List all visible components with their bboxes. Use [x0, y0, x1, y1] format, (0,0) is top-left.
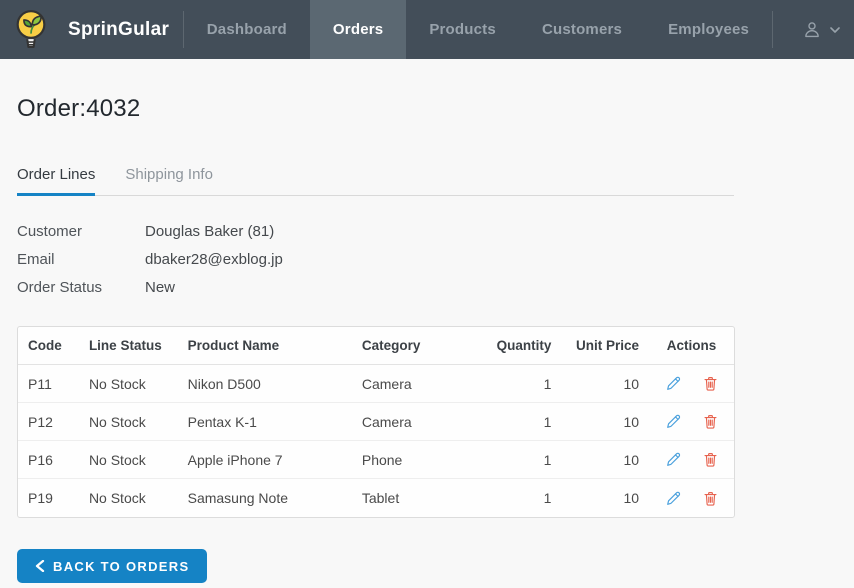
- top-navbar: SprinGular Dashboard Orders Products Cus…: [0, 0, 854, 59]
- row-actions: [659, 413, 724, 430]
- back-button-label: BACK TO ORDERS: [53, 558, 190, 574]
- table-header-row: Code Line Status Product Name Category Q…: [18, 327, 734, 365]
- detail-label-customer: Customer: [17, 223, 83, 240]
- cell-category: Tablet: [361, 490, 400, 506]
- detail-label-email: Email: [17, 251, 55, 268]
- cell-code: P19: [28, 490, 53, 506]
- cell-product-name: Pentax K-1: [177, 403, 352, 441]
- cell-code: P11: [18, 365, 79, 403]
- col-header-code: Code: [18, 327, 79, 365]
- cell-unit-price: 10: [561, 365, 650, 403]
- page-title: Order:4032: [17, 95, 141, 122]
- nav-item-employees[interactable]: Employees: [645, 0, 772, 59]
- detail-value-email: dbaker28@exblog.jp: [145, 251, 283, 268]
- row-actions: [659, 490, 724, 507]
- col-header-product-name: Product Name: [177, 327, 352, 365]
- tab-order-lines[interactable]: Order Lines: [17, 166, 96, 196]
- brand[interactable]: SprinGular: [0, 0, 183, 59]
- cell-line-status: No Stock: [78, 441, 178, 479]
- edit-pencil-icon[interactable]: [665, 375, 682, 392]
- order-details: Customer Douglas Baker (81) Email dbaker…: [17, 223, 734, 296]
- cell-line-status: No Stock: [78, 365, 178, 403]
- detail-value-customer: Douglas Baker (81): [145, 223, 275, 240]
- brand-name: SprinGular: [68, 18, 170, 40]
- cell-line-status: No Stock: [78, 403, 178, 441]
- back-to-orders-button[interactable]: BACK TO ORDERS: [17, 549, 208, 583]
- chevron-left-icon: [35, 560, 45, 572]
- cell-product-name: Apple iPhone 7: [177, 441, 352, 479]
- main-nav: Dashboard Orders Products Customers Empl…: [184, 0, 772, 59]
- table-row: P12 No Stock Pentax K-1 Camera 1 10: [18, 403, 734, 441]
- delete-trash-icon[interactable]: [702, 413, 719, 430]
- nav-item-products[interactable]: Products: [406, 0, 519, 59]
- detail-value-order-status: New: [145, 279, 176, 296]
- edit-pencil-icon[interactable]: [665, 490, 682, 507]
- col-header-actions: Actions: [649, 327, 734, 365]
- delete-trash-icon[interactable]: [702, 490, 719, 507]
- nav-item-customers[interactable]: Customers: [519, 0, 645, 59]
- cell-unit-price: 10: [561, 403, 650, 441]
- cell-line-status: No Stock: [88, 490, 146, 506]
- col-header-quantity: Quantity: [481, 327, 562, 365]
- col-header-line-status: Line Status: [78, 327, 178, 365]
- nav-item-dashboard[interactable]: Dashboard: [184, 0, 310, 59]
- detail-label-order-status: Order Status: [17, 279, 103, 296]
- row-actions: [659, 451, 724, 468]
- cell-product-name: Samasung Note: [187, 490, 289, 506]
- delete-trash-icon[interactable]: [702, 451, 719, 468]
- edit-pencil-icon[interactable]: [665, 413, 682, 430]
- row-actions: [659, 375, 724, 392]
- edit-pencil-icon[interactable]: [665, 451, 682, 468]
- table-row: P16 No Stock Apple iPhone 7 Phone 1 10: [18, 441, 734, 479]
- cell-code: P16: [18, 441, 79, 479]
- cell-category: Camera: [351, 403, 482, 441]
- cell-quantity: 1: [481, 441, 562, 479]
- order-lines-table: Code Line Status Product Name Category Q…: [17, 326, 735, 518]
- cell-product-name: Nikon D500: [177, 365, 352, 403]
- cell-category: Camera: [351, 365, 482, 403]
- cell-quantity: 1: [543, 490, 552, 506]
- cell-unit-price: 10: [623, 490, 640, 506]
- tab-bar: Order Lines Shipping Info: [17, 166, 734, 196]
- order-detail-page: Order:4032 Order Lines Shipping Info Cus…: [17, 95, 735, 583]
- table-row: P11 No Stock Nikon D500 Camera 1 10: [18, 365, 734, 403]
- lightbulb-leaf-logo-icon: [10, 7, 52, 52]
- chevron-down-icon: [830, 27, 840, 33]
- col-header-unit-price: Unit Price: [561, 327, 650, 365]
- cell-category: Phone: [351, 441, 482, 479]
- tab-shipping-info[interactable]: Shipping Info: [125, 166, 213, 195]
- cell-unit-price: 10: [561, 441, 650, 479]
- nav-item-orders[interactable]: Orders: [309, 0, 407, 59]
- person-icon: [801, 19, 823, 41]
- cell-code: P12: [18, 403, 79, 441]
- table-row: P19 No Stock Samasung Note Tablet 1 10: [18, 479, 734, 517]
- user-menu[interactable]: [773, 0, 854, 59]
- delete-trash-icon[interactable]: [702, 375, 719, 392]
- cell-quantity: 1: [481, 365, 562, 403]
- col-header-category: Category: [351, 327, 482, 365]
- cell-quantity: 1: [481, 403, 562, 441]
